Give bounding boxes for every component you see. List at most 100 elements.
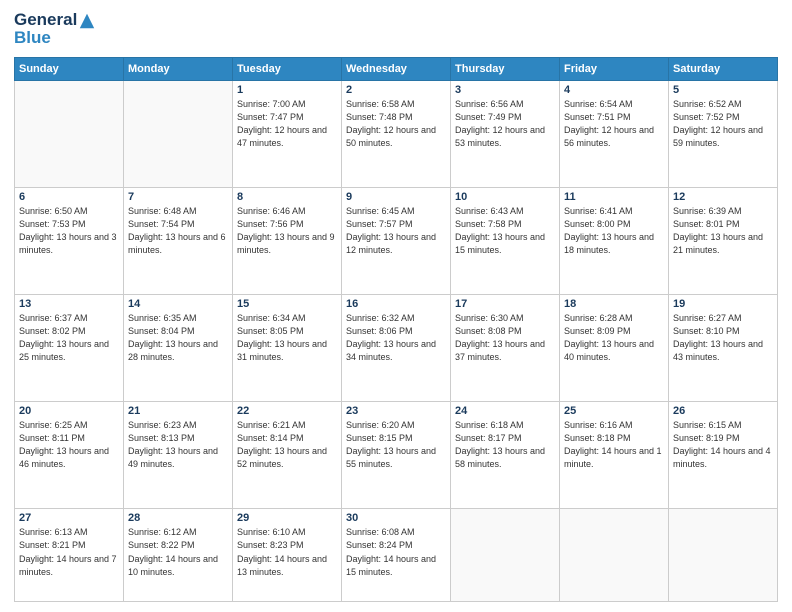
day-info: Sunrise: 6:13 AM Sunset: 8:21 PM Dayligh… [19,526,119,578]
day-number: 7 [128,191,228,203]
calendar-cell: 10 Sunrise: 6:43 AM Sunset: 7:58 PM Dayli… [451,187,560,294]
day-info: Sunrise: 6:18 AM Sunset: 8:17 PM Dayligh… [455,419,555,471]
calendar-cell: 6 Sunrise: 6:50 AM Sunset: 7:53 PM Daylig… [15,187,124,294]
calendar-cell: 16 Sunrise: 6:32 AM Sunset: 8:06 PM Dayli… [342,295,451,402]
day-info: Sunrise: 6:15 AM Sunset: 8:19 PM Dayligh… [673,419,773,471]
calendar-cell: 14 Sunrise: 6:35 AM Sunset: 8:04 PM Dayli… [124,295,233,402]
calendar-cell: 24 Sunrise: 6:18 AM Sunset: 8:17 PM Dayli… [451,402,560,509]
day-info: Sunrise: 6:20 AM Sunset: 8:15 PM Dayligh… [346,419,446,471]
day-number: 14 [128,298,228,310]
calendar-cell: 28 Sunrise: 6:12 AM Sunset: 8:22 PM Dayli… [124,509,233,602]
day-info: Sunrise: 6:48 AM Sunset: 7:54 PM Dayligh… [128,205,228,257]
calendar-week-row: 13Sunrise: 6:37 AM Sunset: 8:02 PM Dayli… [15,295,778,402]
calendar-week-row: 20Sunrise: 6:25 AM Sunset: 8:11 PM Dayli… [15,402,778,509]
calendar-cell: 23 Sunrise: 6:20 AM Sunset: 8:15 PM Dayli… [342,402,451,509]
day-info: Sunrise: 6:43 AM Sunset: 7:58 PM Dayligh… [455,205,555,257]
day-number: 1 [237,84,337,96]
day-number: 23 [346,405,446,417]
day-number: 12 [673,191,773,203]
weekday-header-monday: Monday [124,57,233,80]
calendar-cell: 1 Sunrise: 7:00 AM Sunset: 7:47 PM Daylig… [233,80,342,187]
day-info: Sunrise: 6:32 AM Sunset: 8:06 PM Dayligh… [346,312,446,364]
day-number: 28 [128,512,228,524]
day-info: Sunrise: 6:21 AM Sunset: 8:14 PM Dayligh… [237,419,337,471]
day-info: Sunrise: 6:56 AM Sunset: 7:49 PM Dayligh… [455,98,555,150]
calendar-cell: 3 Sunrise: 6:56 AM Sunset: 7:49 PM Daylig… [451,80,560,187]
day-info: Sunrise: 6:30 AM Sunset: 8:08 PM Dayligh… [455,312,555,364]
calendar-cell [124,80,233,187]
day-number: 17 [455,298,555,310]
logo-blue: Blue [14,28,96,48]
calendar-week-row: 27 Sunrise: 6:13 AM Sunset: 8:21 PM Dayli… [15,509,778,602]
day-number: 4 [564,84,664,96]
day-info: Sunrise: 6:46 AM Sunset: 7:56 PM Dayligh… [237,205,337,257]
calendar-week-row: 6 Sunrise: 6:50 AM Sunset: 7:53 PM Daylig… [15,187,778,294]
day-info: Sunrise: 6:37 AM Sunset: 8:02 PM Dayligh… [19,312,119,364]
day-info: Sunrise: 6:41 AM Sunset: 8:00 PM Dayligh… [564,205,664,257]
day-info: Sunrise: 6:16 AM Sunset: 8:18 PM Dayligh… [564,419,664,471]
day-number: 26 [673,405,773,417]
calendar-cell: 11Sunrise: 6:41 AM Sunset: 8:00 PM Dayli… [560,187,669,294]
day-info: Sunrise: 7:00 AM Sunset: 7:47 PM Dayligh… [237,98,337,150]
calendar-cell: 22 Sunrise: 6:21 AM Sunset: 8:14 PM Dayli… [233,402,342,509]
calendar-cell: 30Sunrise: 6:08 AM Sunset: 8:24 PM Dayli… [342,509,451,602]
day-number: 5 [673,84,773,96]
day-info: Sunrise: 6:23 AM Sunset: 8:13 PM Dayligh… [128,419,228,471]
day-number: 30 [346,512,446,524]
day-info: Sunrise: 6:28 AM Sunset: 8:09 PM Dayligh… [564,312,664,364]
day-number: 29 [237,512,337,524]
day-number: 10 [455,191,555,203]
day-number: 27 [19,512,119,524]
header: General Blue [14,10,778,49]
calendar-cell: 20Sunrise: 6:25 AM Sunset: 8:11 PM Dayli… [15,402,124,509]
logo-text: General [14,10,96,30]
day-info: Sunrise: 6:58 AM Sunset: 7:48 PM Dayligh… [346,98,446,150]
day-info: Sunrise: 6:52 AM Sunset: 7:52 PM Dayligh… [673,98,773,150]
calendar-cell: 2 Sunrise: 6:58 AM Sunset: 7:48 PM Daylig… [342,80,451,187]
day-info: Sunrise: 6:50 AM Sunset: 7:53 PM Dayligh… [19,205,119,257]
weekday-header-tuesday: Tuesday [233,57,342,80]
day-number: 20 [19,405,119,417]
calendar-cell: 15 Sunrise: 6:34 AM Sunset: 8:05 PM Dayli… [233,295,342,402]
day-number: 24 [455,405,555,417]
calendar-cell: 7 Sunrise: 6:48 AM Sunset: 7:54 PM Daylig… [124,187,233,294]
day-number: 2 [346,84,446,96]
calendar-cell: 4Sunrise: 6:54 AM Sunset: 7:51 PM Daylig… [560,80,669,187]
calendar-cell [560,509,669,602]
calendar-cell: 29 Sunrise: 6:10 AM Sunset: 8:23 PM Dayli… [233,509,342,602]
day-number: 8 [237,191,337,203]
calendar-cell: 19 Sunrise: 6:27 AM Sunset: 8:10 PM Dayli… [669,295,778,402]
day-number: 19 [673,298,773,310]
day-info: Sunrise: 6:12 AM Sunset: 8:22 PM Dayligh… [128,526,228,578]
calendar-cell [451,509,560,602]
day-number: 18 [564,298,664,310]
day-number: 22 [237,405,337,417]
day-number: 21 [128,405,228,417]
calendar-cell: 5 Sunrise: 6:52 AM Sunset: 7:52 PM Daylig… [669,80,778,187]
day-number: 6 [19,191,119,203]
day-info: Sunrise: 6:35 AM Sunset: 8:04 PM Dayligh… [128,312,228,364]
calendar-week-row: 1 Sunrise: 7:00 AM Sunset: 7:47 PM Daylig… [15,80,778,187]
calendar-cell: 17 Sunrise: 6:30 AM Sunset: 8:08 PM Dayli… [451,295,560,402]
calendar-cell: 18 Sunrise: 6:28 AM Sunset: 8:09 PM Dayli… [560,295,669,402]
day-info: Sunrise: 6:39 AM Sunset: 8:01 PM Dayligh… [673,205,773,257]
weekday-header-friday: Friday [560,57,669,80]
day-number: 9 [346,191,446,203]
day-number: 25 [564,405,664,417]
day-info: Sunrise: 6:34 AM Sunset: 8:05 PM Dayligh… [237,312,337,364]
calendar-cell [669,509,778,602]
weekday-header-row: SundayMondayTuesdayWednesdayThursdayFrid… [15,57,778,80]
day-number: 15 [237,298,337,310]
calendar-cell: 25 Sunrise: 6:16 AM Sunset: 8:18 PM Dayli… [560,402,669,509]
day-number: 3 [455,84,555,96]
day-info: Sunrise: 6:10 AM Sunset: 8:23 PM Dayligh… [237,526,337,578]
day-info: Sunrise: 6:27 AM Sunset: 8:10 PM Dayligh… [673,312,773,364]
weekday-header-sunday: Sunday [15,57,124,80]
calendar-table: SundayMondayTuesdayWednesdayThursdayFrid… [14,57,778,602]
logo: General Blue [14,10,96,49]
page: General Blue SundayMondayTuesdayWednesda… [0,0,792,612]
day-number: 16 [346,298,446,310]
weekday-header-thursday: Thursday [451,57,560,80]
calendar-cell: 21 Sunrise: 6:23 AM Sunset: 8:13 PM Dayli… [124,402,233,509]
calendar-cell [15,80,124,187]
